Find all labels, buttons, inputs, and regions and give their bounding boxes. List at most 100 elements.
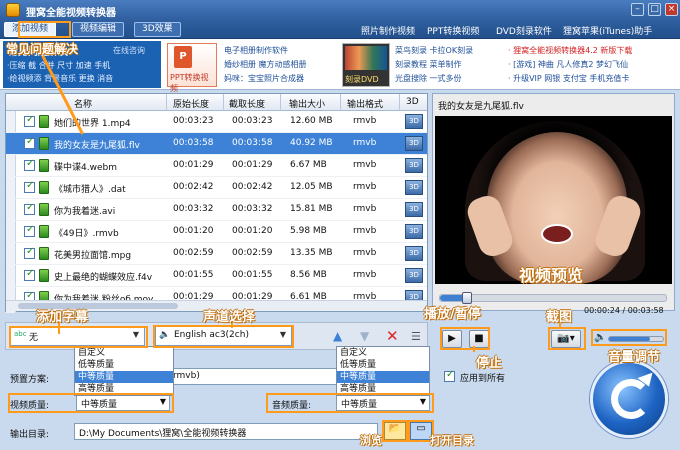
cell-cut: 00:03:23 bbox=[232, 116, 273, 126]
move-down-icon[interactable]: ▼ bbox=[360, 329, 369, 343]
apply-all-checkbox[interactable] bbox=[444, 369, 455, 382]
app-logo-icon bbox=[6, 3, 20, 17]
time-readout: 00:00:24 / 00:03:58 bbox=[584, 306, 664, 315]
ad-link[interactable]: 电子相册制作软件 bbox=[224, 45, 288, 56]
3d-effect-button[interactable]: 3D bbox=[405, 224, 423, 239]
cell-size: 12.05 MB bbox=[290, 182, 333, 192]
table-row[interactable]: 碟中谍4.webm 00:01:29 00:01:29 6.67 MB rmvb 3D bbox=[6, 155, 427, 177]
link-dvd-burn[interactable]: DVD刻录软件 bbox=[496, 24, 552, 37]
ad-link[interactable]: · 升级VIP 网银 支付宝 手机充值卡 bbox=[508, 73, 629, 84]
3d-effect-button[interactable]: 3D bbox=[405, 268, 423, 283]
clear-list-icon[interactable]: ☰ bbox=[411, 330, 421, 343]
ad-link[interactable]: · 狸窝全能视频转换器4.2 新版下载 bbox=[508, 45, 632, 56]
header-divider bbox=[340, 94, 341, 111]
convert-button[interactable] bbox=[590, 360, 668, 438]
link-itunes-helper[interactable]: 狸窝苹果(iTunes)助手 bbox=[563, 24, 652, 37]
option-selected[interactable]: 中等质量 bbox=[337, 371, 429, 383]
output-dir-field[interactable]: D:\My Documents\狸窝\全能视频转换器 bbox=[74, 423, 378, 440]
cell-name: 我的女友是九尾狐.flv bbox=[54, 141, 140, 151]
playback-progress[interactable] bbox=[439, 292, 667, 304]
option[interactable]: 低等质量 bbox=[337, 359, 429, 371]
dvd-caption: 刻录DVD bbox=[345, 75, 379, 84]
annotation-browse: 浏览 bbox=[360, 434, 382, 447]
table-row[interactable]: 《城市猎人》.dat 00:02:42 00:02:42 12.05 MB rmvb 3D bbox=[6, 177, 427, 199]
option[interactable]: 低等质量 bbox=[75, 359, 173, 371]
option[interactable]: 自定义 bbox=[337, 347, 429, 359]
file-icon bbox=[39, 225, 49, 238]
highlight-box bbox=[8, 393, 174, 413]
tab-3d-effect[interactable]: 3D效果 bbox=[134, 22, 181, 37]
table-row[interactable]: 你为我着迷.avi 00:03:32 00:03:32 15.81 MB rmvb 3D bbox=[6, 199, 427, 221]
annotation-stop: 停止 bbox=[476, 356, 503, 371]
cell-size: 5.98 MB bbox=[290, 226, 327, 236]
table-row[interactable]: 花美男拉面馆.mpg 00:02:59 00:02:59 13.35 MB rmvb 3D bbox=[6, 243, 427, 265]
ad-link[interactable]: 光盘搜除 一式多份 bbox=[395, 73, 462, 84]
cell-cut: 00:03:32 bbox=[232, 204, 273, 214]
dvd-burn-ad[interactable]: 刻录DVD bbox=[342, 43, 390, 87]
table-row[interactable]: 她们的世界 1.mp4 00:03:23 00:03:23 12.60 MB rmvb 3… bbox=[6, 111, 427, 133]
highlight-box bbox=[548, 327, 586, 350]
row-checkbox[interactable] bbox=[24, 202, 35, 215]
ad-link[interactable]: 刻录教程 菜单制作 bbox=[395, 59, 462, 70]
col-header-output-size[interactable]: 输出大小 bbox=[289, 97, 325, 110]
preset-label: 预置方案: bbox=[10, 375, 50, 385]
table-row[interactable]: 史上最绝的蝴蝶效应.f4v 00:01:55 00:01:55 8.56 MB rmvb… bbox=[6, 265, 427, 287]
faq-line-1[interactable]: ·压缩 截 合并 尺寸 加速 手机 bbox=[7, 60, 110, 71]
option[interactable]: 自定义 bbox=[75, 347, 173, 359]
col-header-output-format[interactable]: 输出格式 bbox=[347, 97, 383, 110]
3d-effect-button[interactable]: 3D bbox=[405, 180, 423, 195]
3d-effect-button[interactable]: 3D bbox=[405, 136, 423, 151]
annotation-play-pause: 播放/暂停 bbox=[424, 307, 481, 322]
row-checkbox[interactable] bbox=[24, 136, 35, 149]
table-row[interactable]: 我的女友是九尾狐.flv 00:03:58 00:03:58 40.92 MB rmvb… bbox=[6, 133, 427, 155]
faq-line-2[interactable]: ·给视频添 背景音乐 更换 消音 bbox=[7, 73, 113, 84]
online-consult-link[interactable]: 在线咨询 bbox=[113, 45, 145, 56]
cell-cut: 00:02:59 bbox=[232, 248, 273, 258]
move-up-icon[interactable]: ▲ bbox=[333, 329, 342, 343]
cell-cut: 00:02:42 bbox=[232, 182, 273, 192]
video-frame[interactable]: 视频预览 bbox=[435, 116, 672, 284]
link-ppt-video[interactable]: PPT转换视频 bbox=[427, 24, 479, 37]
row-checkbox[interactable] bbox=[24, 114, 35, 127]
3d-effect-button[interactable]: 3D bbox=[405, 158, 423, 173]
cell-fmt: rmvb bbox=[353, 138, 377, 148]
row-checkbox[interactable] bbox=[24, 268, 35, 281]
header-divider bbox=[223, 94, 224, 111]
cell-orig: 00:01:55 bbox=[173, 270, 214, 280]
3d-effect-button[interactable]: 3D bbox=[405, 246, 423, 261]
minimize-icon[interactable]: – bbox=[631, 3, 644, 16]
tab-video-edit[interactable]: 视频编辑 bbox=[72, 22, 125, 37]
col-header-orig-length[interactable]: 原始长度 bbox=[173, 97, 209, 110]
row-checkbox[interactable] bbox=[24, 224, 35, 237]
menu-bar: 添加视频 视频编辑 3D效果 照片制作视频 PPT转换视频 DVD刻录软件 狸窝… bbox=[0, 20, 680, 39]
preview-overlay-label: 视频预览 bbox=[519, 266, 584, 284]
col-header-name[interactable]: 名称 bbox=[74, 97, 92, 110]
maximize-icon[interactable]: □ bbox=[648, 3, 661, 16]
col-header-3d[interactable]: 3D bbox=[406, 97, 419, 107]
3d-effect-button[interactable]: 3D bbox=[405, 114, 423, 129]
ad-link[interactable]: · [游戏] 神曲 凡人修真2 梦幻飞仙 bbox=[508, 59, 628, 70]
row-checkbox[interactable] bbox=[24, 158, 35, 171]
col-header-cut-length[interactable]: 截取长度 bbox=[229, 97, 265, 110]
link-photo-video[interactable]: 照片制作视频 bbox=[361, 24, 415, 37]
highlight-box bbox=[266, 393, 434, 413]
option-selected[interactable]: 中等质量 bbox=[75, 371, 173, 383]
cell-size: 13.35 MB bbox=[290, 248, 333, 258]
3d-effect-button[interactable]: 3D bbox=[405, 202, 423, 217]
file-icon bbox=[39, 137, 49, 150]
arrow-tip bbox=[637, 372, 657, 390]
cell-size: 12.60 MB bbox=[290, 116, 333, 126]
ppt-video-ad[interactable]: P PPT转换视频 bbox=[167, 43, 217, 93]
file-icon bbox=[39, 203, 49, 216]
ad-link[interactable]: 妈咪：宝宝照片合成器 bbox=[224, 73, 304, 84]
audio-quality-options: 自定义 低等质量 中等质量 高等质量 bbox=[336, 346, 430, 396]
cell-name: 她们的世界 1.mp4 bbox=[54, 119, 131, 129]
delete-icon[interactable]: ✕ bbox=[386, 327, 399, 345]
close-icon[interactable]: × bbox=[665, 3, 678, 16]
row-checkbox[interactable] bbox=[24, 246, 35, 259]
table-row[interactable]: 《49日》.rmvb 00:01:20 00:01:20 5.98 MB rmvb 3D bbox=[6, 221, 427, 243]
ad-link[interactable]: 婚纱相册 魔方动感相册 bbox=[224, 59, 307, 70]
row-checkbox[interactable] bbox=[24, 180, 35, 193]
cell-fmt: rmvb bbox=[353, 204, 377, 214]
ad-link[interactable]: 菜鸟刻录 卡拉OK刻录 bbox=[395, 45, 473, 56]
